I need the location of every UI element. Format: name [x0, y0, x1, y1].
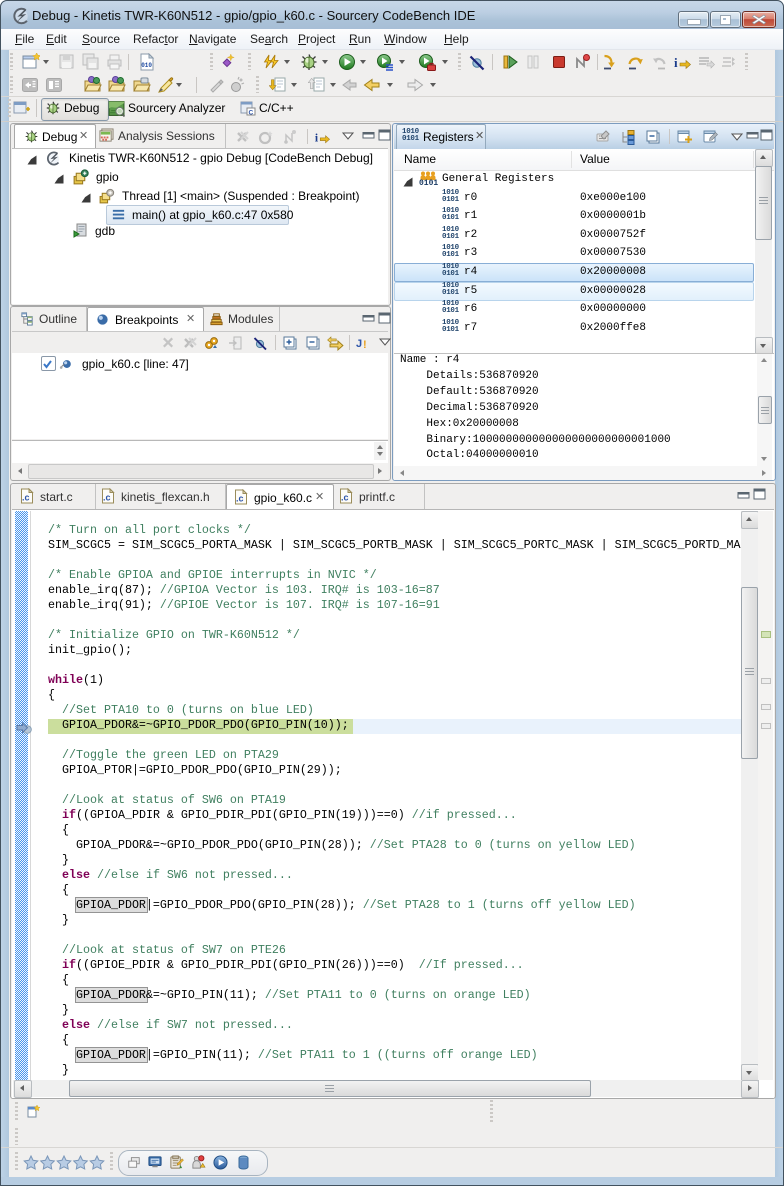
svg-text:C: C — [249, 110, 254, 117]
svg-text:.c: .c — [22, 493, 30, 503]
svg-text:.c: .c — [236, 494, 244, 504]
svg-text:010: 010 — [141, 62, 152, 69]
svg-text:J: J — [356, 338, 362, 350]
svg-text:!: ! — [363, 339, 367, 351]
svg-text:.c: .c — [341, 493, 349, 503]
svg-text:i: i — [315, 132, 319, 144]
svg-text:.c: .c — [103, 493, 111, 503]
svg-text:i: i — [674, 55, 678, 70]
